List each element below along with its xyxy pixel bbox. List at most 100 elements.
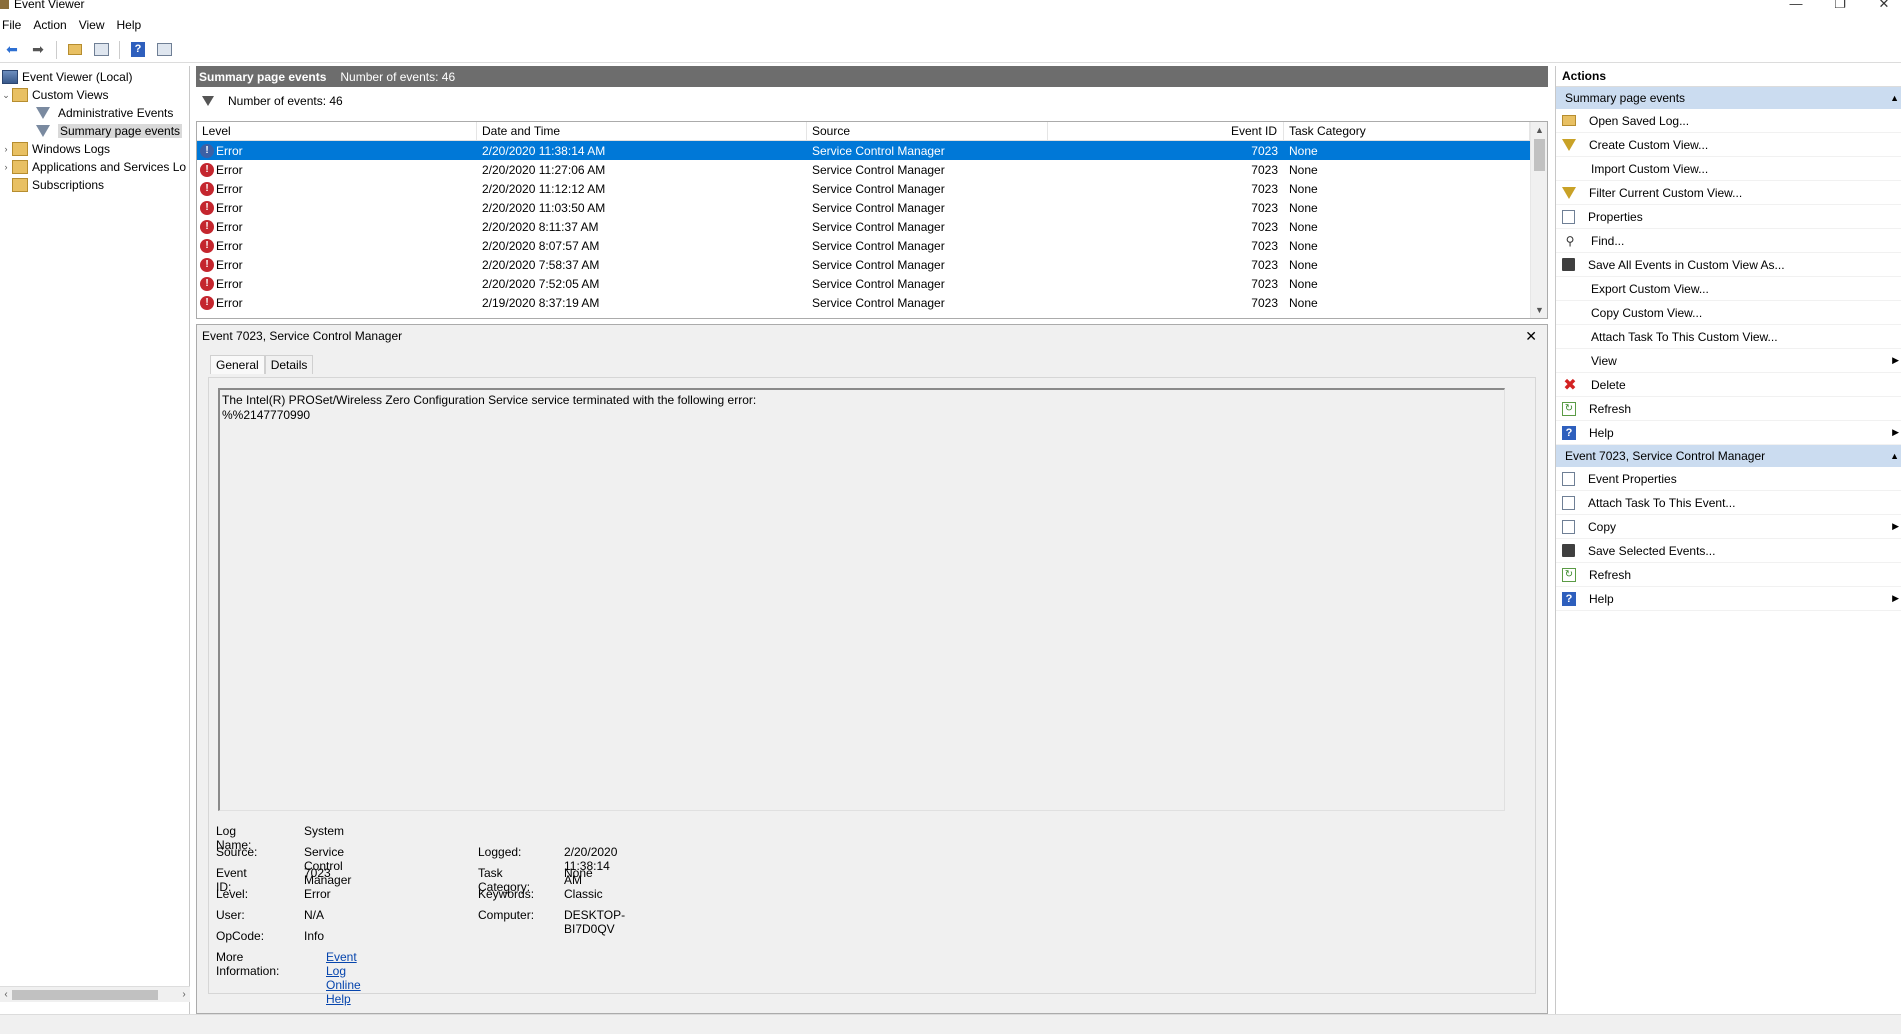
- action-attach-task-to-this-event[interactable]: Attach Task To This Event...: [1556, 491, 1901, 515]
- collapse-up-icon[interactable]: ▲: [1890, 87, 1899, 109]
- table-row[interactable]: ! Error 2/20/2020 8:07:57 AM Service Contro…: [197, 236, 1547, 255]
- menu-bar: File Action View Help: [0, 16, 1901, 34]
- collapse-up-icon[interactable]: ▲: [1890, 445, 1899, 467]
- event-id-value: 7023: [304, 866, 331, 880]
- table-row[interactable]: ! Error 2/19/2020 8:37:19 AM Service Contro…: [197, 293, 1547, 312]
- menu-file[interactable]: File: [0, 16, 30, 34]
- cell-level: ! Error: [197, 200, 477, 215]
- detail-title: Event 7023, Service Control Manager: [202, 329, 403, 343]
- action-import-custom-view[interactable]: Import Custom View...: [1556, 157, 1901, 181]
- cell-level: ! Error: [197, 143, 477, 158]
- menu-help[interactable]: Help: [114, 16, 151, 34]
- action-view[interactable]: View ▶: [1556, 349, 1901, 373]
- column-header-task-category[interactable]: Task Category: [1284, 122, 1530, 140]
- column-header-source[interactable]: Source: [807, 122, 1048, 140]
- level-text: Error: [216, 276, 243, 291]
- action-properties[interactable]: Properties: [1556, 205, 1901, 229]
- action-open-saved-log[interactable]: Open Saved Log...: [1556, 109, 1901, 133]
- cell-event-id: 7023: [1251, 143, 1278, 158]
- tree-item-event-viewer-local[interactable]: Event Viewer (Local): [2, 68, 133, 86]
- copy-icon: [1562, 519, 1575, 534]
- error-icon: !: [200, 181, 214, 196]
- show-hide-action-pane-icon[interactable]: [154, 40, 174, 60]
- action-label: Refresh: [1589, 401, 1632, 416]
- column-header-date-time[interactable]: Date and Time: [477, 122, 807, 140]
- table-row[interactable]: ! Error 2/20/2020 11:38:14 AM Service Contr…: [197, 141, 1547, 160]
- action-save-all-events-in-custom-view-as[interactable]: Save All Events in Custom View As...: [1556, 253, 1901, 277]
- scroll-down-icon[interactable]: ▼: [1531, 302, 1547, 318]
- tree-item-summary-page-events[interactable]: Summary page events: [36, 122, 183, 140]
- tab-details[interactable]: Details: [264, 355, 314, 374]
- save-icon: [1562, 258, 1575, 271]
- table-row[interactable]: ! Error 2/20/2020 11:03:50 AM Service Contr…: [197, 198, 1547, 217]
- folder-icon: [1562, 115, 1576, 126]
- tab-general[interactable]: General: [210, 355, 265, 374]
- submenu-arrow-icon: ▶: [1892, 593, 1899, 603]
- forward-arrow-icon[interactable]: ➡: [28, 40, 48, 60]
- chevron-down-icon[interactable]: ⌄: [0, 90, 12, 101]
- column-header-event-id[interactable]: Event ID: [1048, 122, 1284, 140]
- chevron-right-icon[interactable]: ›: [0, 144, 12, 154]
- action-help[interactable]: ? Help ▶: [1556, 587, 1901, 611]
- chevron-right-icon[interactable]: ›: [0, 162, 12, 172]
- action-label: Find...: [1591, 233, 1625, 248]
- menu-action[interactable]: Action: [30, 16, 75, 34]
- tree-item-windows-logs[interactable]: › Windows Logs: [0, 140, 110, 158]
- actions-group-summary-page-events[interactable]: Summary page events ▲: [1556, 87, 1901, 109]
- window-title: Event Viewer: [14, 0, 85, 11]
- action-delete[interactable]: ✖ Delete: [1556, 373, 1901, 397]
- table-row[interactable]: ! Error 2/20/2020 7:58:37 AM Service Contro…: [197, 255, 1547, 274]
- action-filter-current-custom-view[interactable]: Filter Current Custom View...: [1556, 181, 1901, 205]
- actions-group-event-7023[interactable]: Event 7023, Service Control Manager ▲: [1556, 445, 1901, 467]
- view-title: Summary page events: [199, 69, 327, 84]
- column-header-level[interactable]: Level: [197, 122, 477, 140]
- event-description[interactable]: The Intel(R) PROSet/Wireless Zero Config…: [218, 388, 1505, 811]
- action-attach-task-to-this-custom-view[interactable]: Attach Task To This Custom View...: [1556, 325, 1901, 349]
- vertical-scrollbar[interactable]: ▲ ▼: [1530, 122, 1547, 318]
- close-icon[interactable]: ✕: [1525, 328, 1537, 345]
- close-window-button[interactable]: ✕: [1864, 0, 1901, 11]
- action-label: Copy: [1588, 519, 1617, 534]
- action-create-custom-view[interactable]: Create Custom View...: [1556, 133, 1901, 157]
- keywords-label: Keywords:: [478, 887, 535, 901]
- tree-item-administrative-events[interactable]: Administrative Events: [36, 104, 173, 122]
- table-row[interactable]: ! Error 2/20/2020 11:27:06 AM Service Contr…: [197, 160, 1547, 179]
- open-folder-icon[interactable]: [65, 40, 85, 60]
- action-copy[interactable]: Copy ▶: [1556, 515, 1901, 539]
- show-hide-tree-icon[interactable]: [91, 40, 111, 60]
- scrollbar-thumb[interactable]: [12, 990, 158, 1000]
- horizontal-scrollbar[interactable]: ‹ ›: [0, 986, 190, 1002]
- table-row[interactable]: ! Error 2/20/2020 8:11:37 AM Service Contro…: [197, 217, 1547, 236]
- action-event-properties[interactable]: Event Properties: [1556, 467, 1901, 491]
- action-export-custom-view[interactable]: Export Custom View...: [1556, 277, 1901, 301]
- detail-tabs: General Details: [210, 355, 314, 374]
- action-save-selected-events[interactable]: Save Selected Events...: [1556, 539, 1901, 563]
- restore-button[interactable]: ❐: [1820, 0, 1860, 11]
- tree-item-subscriptions[interactable]: Subscriptions: [12, 176, 104, 194]
- scroll-up-icon[interactable]: ▲: [1531, 122, 1547, 138]
- minimize-button[interactable]: —: [1776, 0, 1816, 11]
- action-label: Copy Custom View...: [1591, 305, 1703, 320]
- action-refresh[interactable]: ↻ Refresh: [1556, 563, 1901, 587]
- table-row[interactable]: ! Error 2/20/2020 11:12:12 AM Service Contr…: [197, 179, 1547, 198]
- tree-item-applications-and-services[interactable]: › Applications and Services Lo: [0, 158, 186, 176]
- tree-item-custom-views[interactable]: ⌄ Custom Views: [0, 86, 108, 104]
- view-header: Summary page events Number of events: 46: [196, 66, 1548, 87]
- action-refresh[interactable]: ↻ Refresh: [1556, 397, 1901, 421]
- action-find[interactable]: ⚲ Find...: [1556, 229, 1901, 253]
- scrollbar-thumb[interactable]: [1534, 139, 1545, 171]
- back-arrow-icon[interactable]: ⬅: [2, 40, 22, 60]
- help-icon[interactable]: ?: [128, 40, 148, 60]
- cell-event-id: 7023: [1251, 276, 1278, 291]
- menu-view[interactable]: View: [76, 16, 114, 34]
- event-log-online-help-link[interactable]: Event Log Online Help: [326, 950, 361, 1006]
- refresh-icon: ↻: [1562, 567, 1576, 582]
- table-row[interactable]: ! Error 2/20/2020 7:52:05 AM Service Contro…: [197, 274, 1547, 293]
- blank-icon: [1562, 281, 1578, 297]
- action-copy-custom-view[interactable]: Copy Custom View...: [1556, 301, 1901, 325]
- event-viewer-app-icon: [0, 0, 9, 9]
- action-help[interactable]: ? Help ▶: [1556, 421, 1901, 445]
- action-label: Help: [1589, 425, 1614, 440]
- scroll-right-icon[interactable]: ›: [178, 987, 190, 1003]
- scroll-left-icon[interactable]: ‹: [0, 987, 12, 1003]
